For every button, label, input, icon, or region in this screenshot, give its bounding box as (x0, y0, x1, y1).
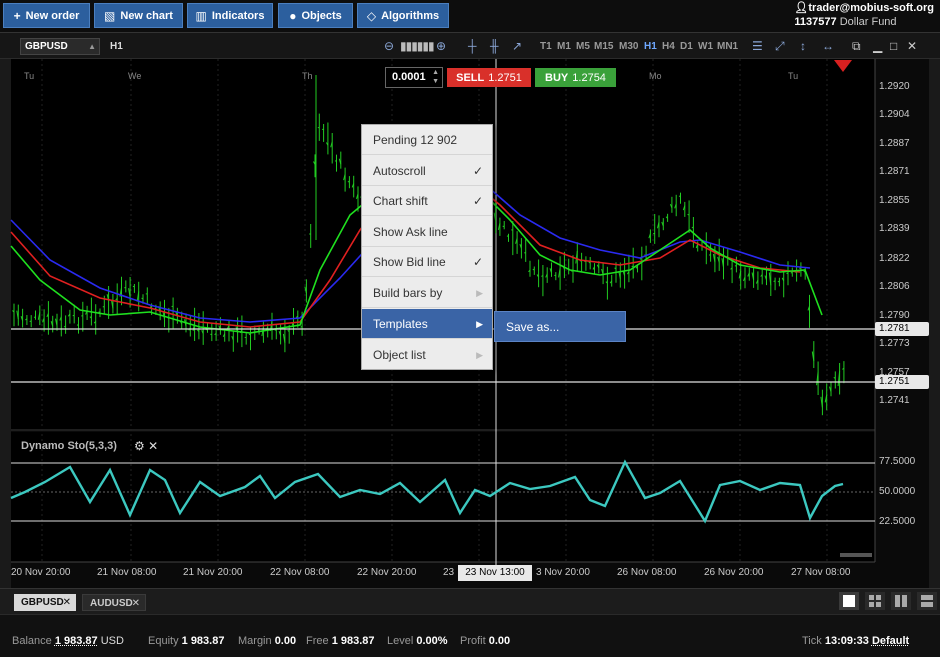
profit-status: Profit 0.00 (460, 635, 511, 647)
equity-status: Equity 1 983.87 (148, 635, 225, 647)
osc-level-high: 77.5000 (879, 456, 916, 467)
menu-item-templates[interactable]: Templates ▶ (362, 309, 492, 339)
submenu-save-as[interactable]: Save as... (494, 311, 626, 342)
osc-level-low: 22.5000 (879, 516, 916, 527)
time-tick-label: 21 Nov 20:00 (183, 567, 243, 578)
tick-status: Tick 13:09:33 Default (802, 635, 910, 647)
layout-single-icon[interactable] (839, 592, 859, 610)
price-bar-open (777, 280, 780, 283)
menu-item-pending[interactable]: Pending 12 902 (362, 125, 492, 155)
layout-horizontal-icon[interactable] (917, 592, 937, 610)
submenu-arrow-icon: ▶ (476, 350, 483, 360)
free-margin-status: Free 1 983.87 (306, 635, 375, 647)
price-tick-label: 1.2806 (879, 281, 910, 292)
price-bar-open (773, 280, 776, 282)
status-bar: Balance 1 983.87 USD Equity 1 983.87 Mar… (0, 614, 940, 657)
layout-grid-icon[interactable] (865, 592, 885, 610)
price-tick-label: 1.2839 (879, 223, 910, 234)
price-tick-label: 1.2855 (879, 195, 910, 206)
price-tick-label: 1.2822 (879, 253, 910, 264)
price-bar-open (614, 267, 617, 270)
checkmark-icon: ✓ (472, 255, 483, 269)
price-tick-label: 1.2871 (879, 166, 910, 177)
day-label: Mo (649, 71, 662, 81)
time-tick-label: 26 Nov 20:00 (704, 567, 764, 578)
spinner-icon[interactable]: ▲ ▼ (432, 68, 439, 86)
price-bar-open (502, 225, 505, 228)
time-tick-label: 27 Nov 08:00 (791, 567, 851, 578)
submenu-arrow-icon: ▶ (476, 288, 483, 298)
checkmark-icon: ✓ (472, 194, 483, 208)
close-icon[interactable]: ✕ (148, 439, 158, 453)
close-icon[interactable]: ✕ (132, 595, 140, 612)
menu-item-autoscroll[interactable]: Autoscroll ✓ (362, 156, 492, 186)
menu-item-build-bars-by[interactable]: Build bars by ▶ (362, 278, 492, 308)
sell-button[interactable]: SELL 1.2751 (447, 68, 531, 87)
balance-value[interactable]: 1 983.87 (55, 635, 98, 647)
day-label: Tu (788, 71, 799, 81)
context-menu: Pending 12 902 Autoscroll ✓ Chart shift … (361, 124, 493, 370)
price-bar-open (687, 213, 690, 216)
submenu-arrow-icon: ▶ (476, 319, 483, 329)
level-status: Level 0.00% (387, 635, 448, 647)
osc-level-mid: 50.0000 (879, 486, 916, 497)
chart-tabs-bar: GBPUSD ✕ AUDUSD ✕ (0, 588, 940, 614)
time-tick-label: 3 Nov 20:00 (536, 567, 590, 578)
checkmark-icon: ✓ (472, 164, 483, 178)
buy-button[interactable]: BUY 1.2754 (535, 68, 616, 87)
time-tick-label: 20 Nov 20:00 (11, 567, 71, 578)
day-label: We (128, 71, 142, 81)
time-tick-label: 26 Nov 08:00 (617, 567, 677, 578)
menu-item-chart-shift[interactable]: Chart shift ✓ (362, 186, 492, 216)
price-tick-label: 1.2773 (879, 338, 910, 349)
price-bar-open (786, 272, 789, 275)
time-tick-label: 22 Nov 08:00 (270, 567, 330, 578)
price-tag-upper: 1.2781 (875, 322, 929, 336)
price-tick-label: 1.2887 (879, 138, 910, 149)
price-tick-label: 1.2741 (879, 395, 910, 406)
layout-vertical-icon[interactable] (891, 592, 911, 610)
price-bar-open (145, 293, 148, 295)
time-tick-label: 23 (443, 567, 455, 578)
price-bar-open (532, 268, 535, 271)
menu-item-object-list[interactable]: Object list ▶ (362, 340, 492, 370)
margin-status: Margin 0.00 (238, 635, 297, 647)
price-tick-label: 1.2790 (879, 310, 910, 321)
tab-audusd[interactable]: AUDUSD ✕ (82, 594, 146, 611)
scroll-thumb (840, 553, 872, 557)
crosshair-time-label: 23 Nov 13:00 (458, 565, 532, 581)
tick-mode-select[interactable]: Default (872, 635, 909, 647)
oscillator-name: Dynamo Sto(5,3,3) (21, 440, 117, 452)
price-tick-label: 1.2920 (879, 81, 910, 92)
time-tick-label: 22 Nov 20:00 (357, 567, 417, 578)
price-tag-current: 1.2751 (875, 375, 929, 389)
balance-status: Balance 1 983.87 USD (12, 635, 124, 647)
time-tick-label: 21 Nov 08:00 (97, 567, 157, 578)
price-tick-label: 1.2904 (879, 109, 910, 120)
price-bar-open (506, 235, 509, 237)
lot-size-input[interactable]: 0.0001 ▲ ▼ (385, 67, 443, 88)
day-label: Tu (24, 71, 35, 81)
menu-item-show-bid-line[interactable]: Show Bid line ✓ (362, 247, 492, 277)
menu-item-show-ask-line[interactable]: Show Ask line (362, 217, 492, 247)
chart-shift-marker[interactable] (834, 60, 852, 72)
price-bar-open (321, 128, 324, 131)
gear-icon[interactable]: ⚙ (134, 439, 145, 453)
day-label: Th (302, 71, 313, 81)
tab-gbpusd[interactable]: GBPUSD ✕ (14, 594, 76, 611)
oscillator-controls: ⚙ ✕ (134, 439, 158, 453)
price-bar-open (734, 265, 737, 267)
close-icon[interactable]: ✕ (63, 594, 71, 611)
